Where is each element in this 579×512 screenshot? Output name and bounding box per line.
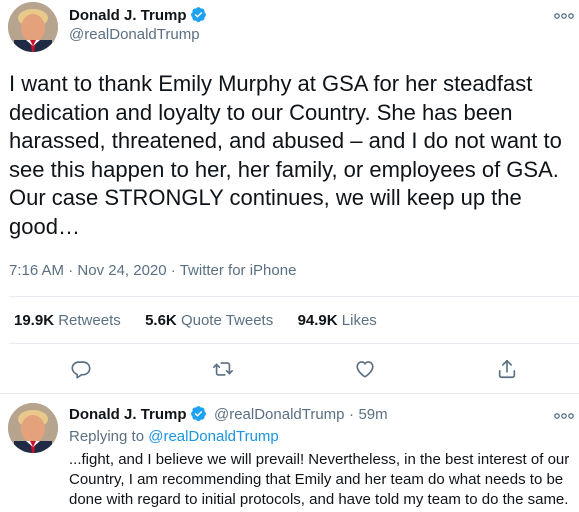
reply-author-name[interactable]: Donald J. Trump <box>69 406 187 423</box>
retweets-stat[interactable]: 19.9K Retweets <box>14 312 121 329</box>
meta-separator: · <box>348 406 354 423</box>
tweet-time[interactable]: 7:16 AM <box>9 262 64 279</box>
meta-separator: · <box>68 262 74 279</box>
replying-to-line: Replying to @realDonaldTrump <box>69 428 279 445</box>
avatar-photo <box>8 2 58 52</box>
reply-icon[interactable] <box>70 358 92 380</box>
verified-badge-icon <box>190 405 207 422</box>
main-author-avatar[interactable] <box>8 2 58 52</box>
like-icon[interactable] <box>354 358 376 380</box>
quotes-stat[interactable]: 5.6K Quote Tweets <box>145 312 273 329</box>
main-author-line: Donald J. Trump <box>69 6 207 25</box>
main-tweet-text: I want to thank Emily Murphy at GSA for … <box>9 71 562 239</box>
main-author-name[interactable]: Donald J. Trump <box>69 7 187 24</box>
divider <box>9 296 579 297</box>
engagement-stats: 19.9K Retweets 5.6K Quote Tweets 94.9K L… <box>14 312 377 329</box>
quotes-count: 5.6K <box>145 312 177 329</box>
retweets-count: 19.9K <box>14 312 55 329</box>
likes-stat[interactable]: 94.9K Likes <box>298 312 377 329</box>
tweet-date[interactable]: Nov 24, 2020 <box>77 262 166 279</box>
quotes-label: Quote Tweets <box>180 312 274 329</box>
likes-label: Likes <box>341 312 377 329</box>
tweet-metadata: 7:16 AM · Nov 24, 2020 · Twitter for iPh… <box>9 262 296 279</box>
likes-count: 94.9K <box>297 312 338 329</box>
reply-time-ago[interactable]: 59m <box>358 406 387 423</box>
reply-author-line: Donald J. Trump @realDonaldTrump · 59m <box>69 405 388 424</box>
reply-author-handle[interactable]: @realDonaldTrump <box>214 406 345 423</box>
more-options-icon[interactable] <box>553 408 575 419</box>
share-icon[interactable] <box>496 358 518 380</box>
meta-separator: · <box>170 262 176 279</box>
replying-to-link[interactable]: @realDonaldTrump <box>148 428 279 445</box>
retweet-icon[interactable] <box>212 358 234 380</box>
reply-tweet-text: ...fight, and I believe we will prevail!… <box>69 451 570 508</box>
main-author-handle[interactable]: @realDonaldTrump <box>69 26 200 43</box>
reply-author-avatar[interactable] <box>8 403 58 453</box>
replying-to-prefix: Replying to <box>69 428 145 445</box>
tweet-source[interactable]: Twitter for iPhone <box>180 262 297 279</box>
retweets-label: Retweets <box>58 312 121 329</box>
verified-badge-icon <box>190 6 207 23</box>
divider <box>9 343 579 344</box>
divider <box>0 393 579 394</box>
more-options-icon[interactable] <box>553 8 575 19</box>
avatar-photo <box>8 403 58 453</box>
